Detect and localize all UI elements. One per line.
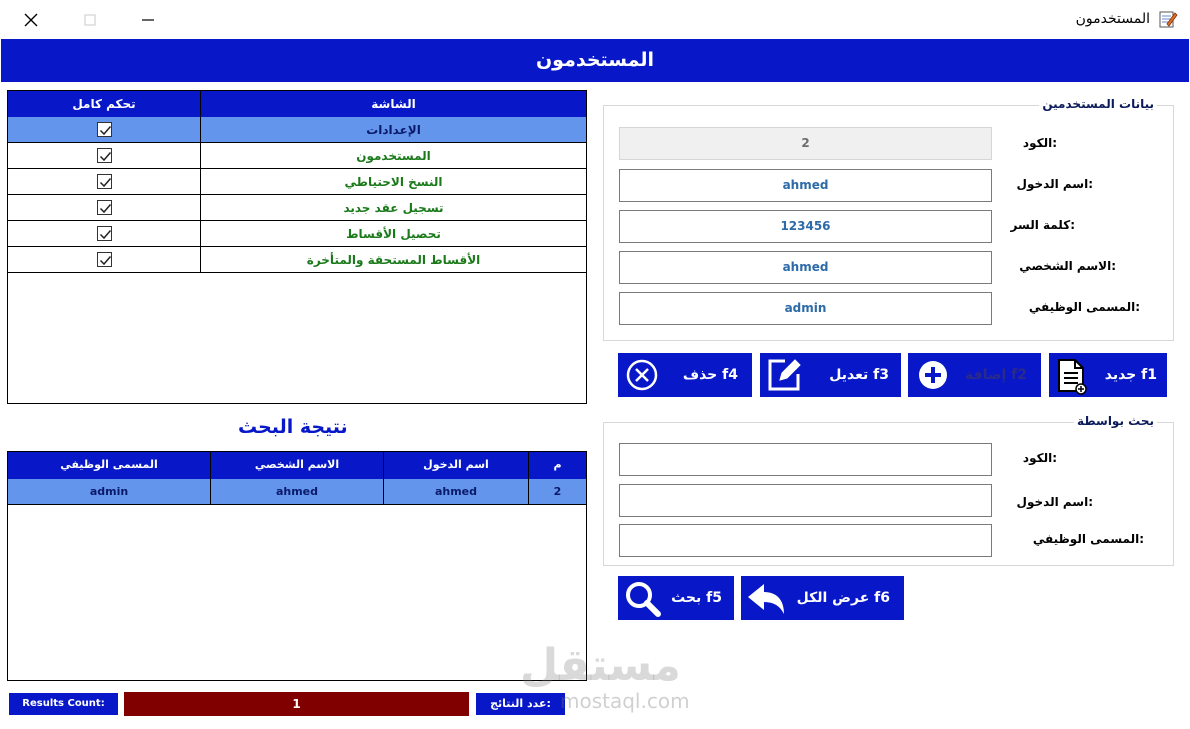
full-control-checkbox[interactable] xyxy=(97,226,112,241)
window-titlebar: المستخدمون xyxy=(0,0,1190,39)
permission-row[interactable]: تحصيل الأقساط xyxy=(8,221,586,247)
checkmark-icon xyxy=(99,256,112,266)
person-name-label: الاسم الشخصي: xyxy=(1019,259,1116,273)
search-result-header: م اسم الدخول الاسم الشخصي المسمى الوظيفي xyxy=(8,452,586,479)
delete-x-icon xyxy=(626,359,658,391)
search-code-field[interactable] xyxy=(619,443,992,476)
login-field[interactable]: ahmed xyxy=(619,169,992,202)
search-code-label: الكود: xyxy=(1022,451,1057,465)
close-icon[interactable] xyxy=(17,6,45,34)
permission-row[interactable]: الأقساط المستحقة والمتأخرة xyxy=(8,247,586,273)
add-plus-icon xyxy=(919,361,947,389)
checkmark-icon xyxy=(99,230,112,240)
column-header-login[interactable]: اسم الدخول xyxy=(383,452,528,479)
checkmark-icon xyxy=(99,152,112,162)
column-header-job-title[interactable]: المسمى الوظيفي xyxy=(8,452,210,479)
column-header-person-name[interactable]: الاسم الشخصي xyxy=(210,452,383,479)
notepad-edit-icon xyxy=(1159,11,1178,28)
search-login-field[interactable] xyxy=(619,484,992,517)
password-label: كلمة السر: xyxy=(1010,218,1075,232)
results-count-value: 1 xyxy=(124,692,469,716)
job-title-field[interactable]: admin xyxy=(619,292,992,325)
minimize-icon[interactable] xyxy=(134,6,162,34)
full-control-checkbox[interactable] xyxy=(97,148,112,163)
new-button[interactable]: جديد f1 xyxy=(1049,353,1167,397)
permission-screen-name: تحصيل الأقساط xyxy=(200,221,586,247)
login-label: اسم الدخول: xyxy=(1016,177,1093,191)
show-all-button-label: عرض الكل f6 xyxy=(796,590,890,606)
new-button-label: جديد f1 xyxy=(1104,367,1157,383)
cell-person-name: ahmed xyxy=(210,479,383,504)
cell-login: ahmed xyxy=(383,479,528,504)
code-label: الكود: xyxy=(1022,136,1057,150)
code-field: 2 xyxy=(619,127,992,160)
full-control-checkbox[interactable] xyxy=(97,174,112,189)
search-job-title-label: المسمى الوظيفي: xyxy=(1032,532,1144,546)
search-legend: بحث بواسطة xyxy=(1074,414,1157,428)
new-document-icon xyxy=(1058,359,1087,395)
permission-row[interactable]: المستخدمون xyxy=(8,143,586,169)
search-button[interactable]: بحث f5 xyxy=(618,576,734,620)
search-result-title: نتيجة البحث xyxy=(238,416,348,438)
permission-row[interactable]: الإعدادات xyxy=(8,117,586,143)
permission-screen-name: النسخ الاحتياطي xyxy=(200,169,586,195)
search-icon xyxy=(626,582,661,617)
checkmark-icon xyxy=(99,204,112,214)
maximize-icon[interactable] xyxy=(76,6,104,34)
cell-job-title: admin xyxy=(89,485,129,498)
table-row[interactable]: 2 ahmed ahmed admin xyxy=(8,479,586,505)
search-result-grid[interactable]: م اسم الدخول الاسم الشخصي المسمى الوظيفي… xyxy=(7,451,587,681)
checkmark-icon xyxy=(99,126,112,136)
search-job-title-field[interactable] xyxy=(619,524,992,557)
column-header-full-control[interactable]: تحكم كامل xyxy=(8,91,200,117)
person-name-field[interactable]: ahmed xyxy=(619,251,992,284)
edit-button-label: تعديل f3 xyxy=(829,367,889,383)
user-data-legend: بيانات المستخدمين xyxy=(1039,97,1157,111)
password-field[interactable]: 123456 xyxy=(619,210,992,243)
page-title: المستخدمون xyxy=(1,39,1189,82)
permission-screen-name: المستخدمون xyxy=(200,143,586,169)
full-control-checkbox[interactable] xyxy=(97,122,112,137)
checkmark-icon xyxy=(99,178,112,188)
permission-row[interactable]: تسجيل عقد جديد xyxy=(8,195,586,221)
window-title: المستخدمون xyxy=(1075,11,1150,27)
permission-screen-name: الإعدادات xyxy=(200,117,586,143)
search-login-label: اسم الدخول: xyxy=(1016,495,1093,509)
add-button-label: إضافة f2 xyxy=(965,367,1027,383)
back-arrow-icon xyxy=(748,584,784,614)
job-title-label: المسمى الوظيفي: xyxy=(1028,300,1140,314)
permissions-grid[interactable]: الشاشة تحكم كامل الإعدادات المستخدمون ال… xyxy=(7,90,587,404)
watermark-logo: مستقل xyxy=(520,640,681,691)
column-header-screen[interactable]: الشاشة xyxy=(200,91,586,117)
cell-number: 2 xyxy=(528,479,586,504)
results-count-label-ar: عدد النتائج: xyxy=(476,693,565,715)
permission-row[interactable]: النسخ الاحتياطي xyxy=(8,169,586,195)
permission-screen-name: الأقساط المستحقة والمتأخرة xyxy=(200,247,586,273)
edit-pencil-icon xyxy=(768,359,801,391)
column-header-number[interactable]: م xyxy=(528,452,586,479)
permission-screen-name: تسجيل عقد جديد xyxy=(200,195,586,221)
add-button[interactable]: إضافة f2 xyxy=(908,353,1041,397)
full-control-checkbox[interactable] xyxy=(97,200,112,215)
results-count-label-en: Results Count: xyxy=(9,693,118,715)
search-button-label: بحث f5 xyxy=(671,590,722,606)
edit-button[interactable]: تعديل f3 xyxy=(760,353,901,397)
delete-button-label: حذف f4 xyxy=(682,367,738,383)
show-all-button[interactable]: عرض الكل f6 xyxy=(741,576,904,620)
delete-button[interactable]: حذف f4 xyxy=(618,353,752,397)
watermark-url: mostaql.com xyxy=(560,689,690,713)
permissions-header: الشاشة تحكم كامل xyxy=(8,91,586,117)
full-control-checkbox[interactable] xyxy=(97,252,112,267)
